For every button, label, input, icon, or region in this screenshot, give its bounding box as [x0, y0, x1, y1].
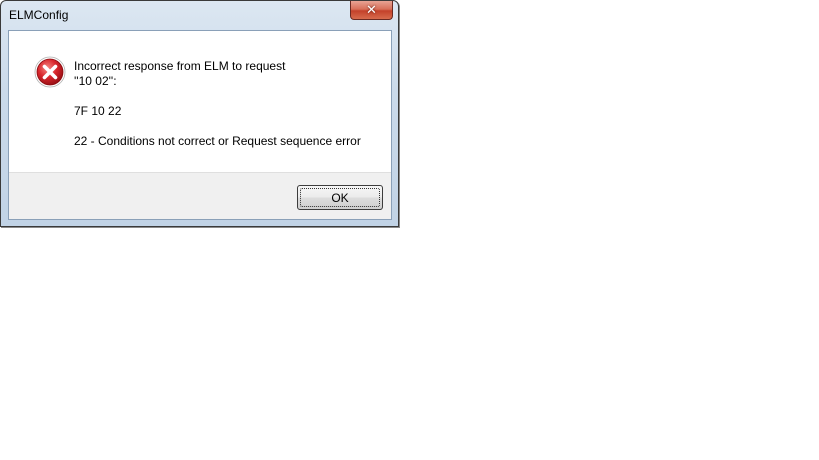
- message-line-2: ''10 02'':: [74, 74, 117, 88]
- message-line-1: Incorrect response from ELM to request: [74, 59, 286, 73]
- dialog-window: ELMConfig ✕ Incorrect response from ELM …: [0, 0, 399, 227]
- message-area: Incorrect response from ELM to request '…: [9, 31, 391, 173]
- ok-button[interactable]: OK: [297, 185, 383, 210]
- close-icon: ✕: [366, 2, 377, 18]
- close-button[interactable]: ✕: [350, 1, 393, 20]
- message-text: Incorrect response from ELM to request '…: [74, 59, 361, 149]
- window-title: ELMConfig: [9, 8, 69, 22]
- title-bar[interactable]: ELMConfig ✕: [1, 1, 398, 31]
- message-line-3: 7F 10 22: [74, 104, 122, 118]
- dialog-client-area: Incorrect response from ELM to request '…: [8, 30, 392, 220]
- focus-rectangle: [300, 188, 380, 207]
- button-bar: OK: [9, 172, 391, 219]
- error-icon: [34, 56, 66, 88]
- message-line-4: 22 - Conditions not correct or Request s…: [74, 134, 361, 148]
